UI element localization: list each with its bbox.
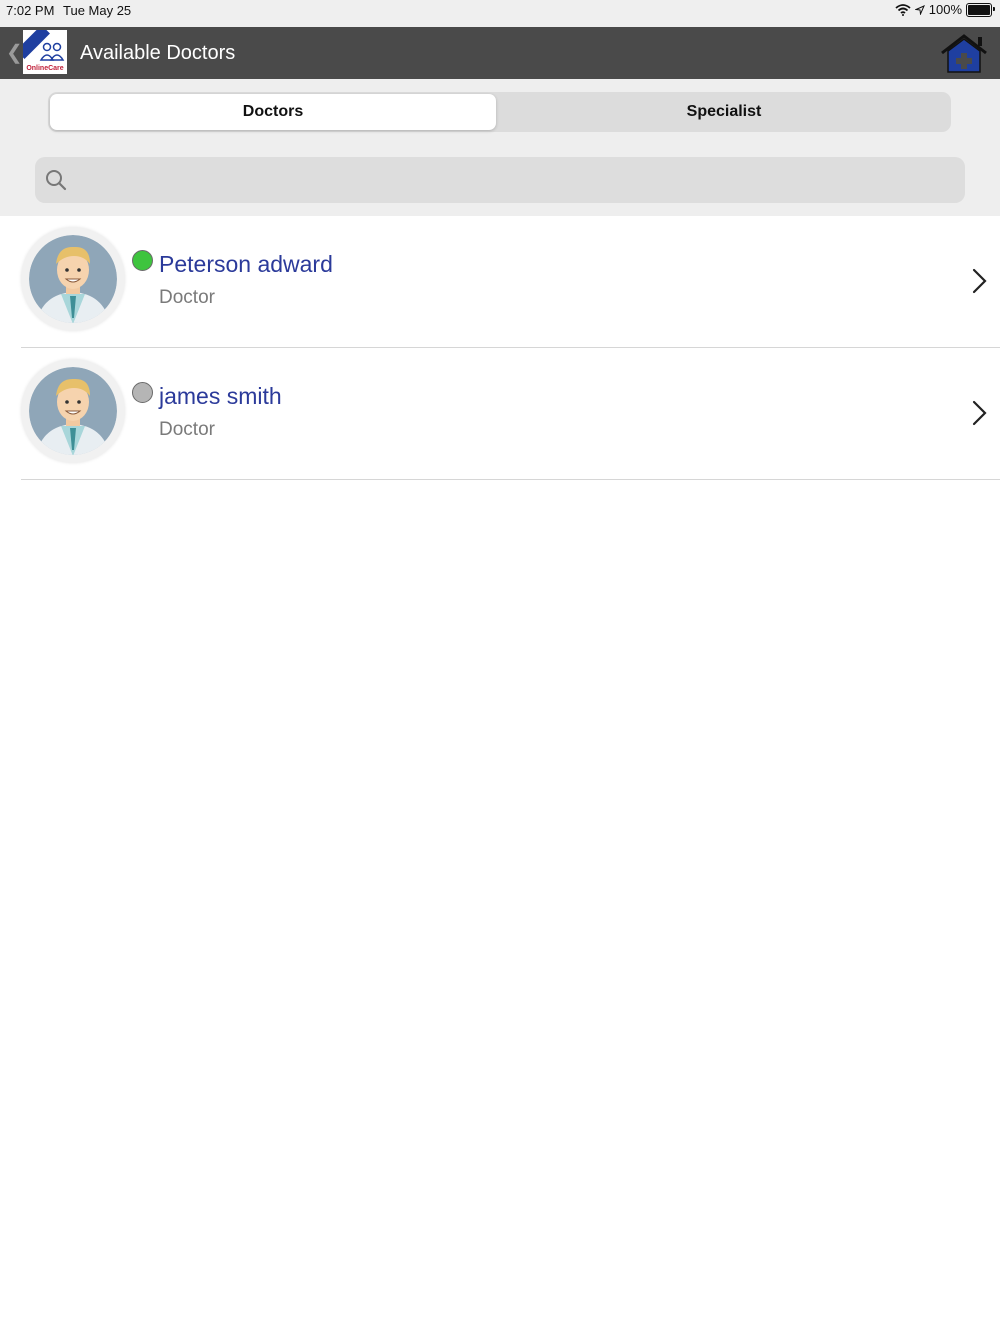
list-item[interactable]: Peterson adward Doctor (0, 216, 1000, 348)
chevron-right-icon (972, 400, 987, 426)
avatar (21, 359, 125, 463)
status-bar: 7:02 PM Tue May 25 100% (0, 0, 1000, 27)
filter-area: Doctors Specialist (0, 79, 1000, 216)
doctor-role: Doctor (159, 287, 215, 308)
avatar (21, 227, 125, 331)
doctor-avatar-icon (29, 367, 117, 455)
location-arrow-icon (914, 4, 925, 15)
chevron-right-icon (972, 268, 987, 294)
list-item[interactable]: james smith Doctor (0, 348, 1000, 480)
search-icon (46, 170, 67, 191)
nav-bar: ❮ OnlineCare Available Doctors (0, 27, 1000, 79)
status-time: 7:02 PM (6, 3, 55, 18)
doctor-name: Peterson adward (159, 251, 333, 277)
online-status-dot (132, 250, 153, 271)
logo-text: OnlineCare (26, 65, 64, 72)
back-chevron-icon[interactable]: ❮ (6, 40, 23, 65)
battery-icon (966, 2, 995, 17)
home-medical-icon (941, 34, 987, 73)
doctor-list: Peterson adward Doctor james smith Docto… (0, 216, 1000, 480)
page-title: Available Doctors (80, 42, 236, 64)
wifi-icon (895, 3, 911, 16)
doctor-name: james smith (159, 383, 282, 409)
app-logo[interactable]: OnlineCare (23, 30, 67, 74)
divider (21, 479, 1000, 480)
tab-doctors[interactable]: Doctors (50, 94, 496, 130)
doctor-avatar-icon (29, 235, 117, 323)
status-right: 100% (895, 2, 995, 17)
status-date: Tue May 25 (63, 3, 132, 18)
home-button[interactable] (938, 33, 990, 75)
doctor-role: Doctor (159, 419, 215, 440)
tab-specialist[interactable]: Specialist (499, 94, 949, 130)
battery-percent: 100% (928, 2, 962, 17)
search-bar[interactable] (35, 157, 965, 205)
segmented-control: Doctors Specialist (48, 92, 951, 132)
offline-status-dot (132, 382, 153, 403)
search-input[interactable] (79, 157, 953, 205)
